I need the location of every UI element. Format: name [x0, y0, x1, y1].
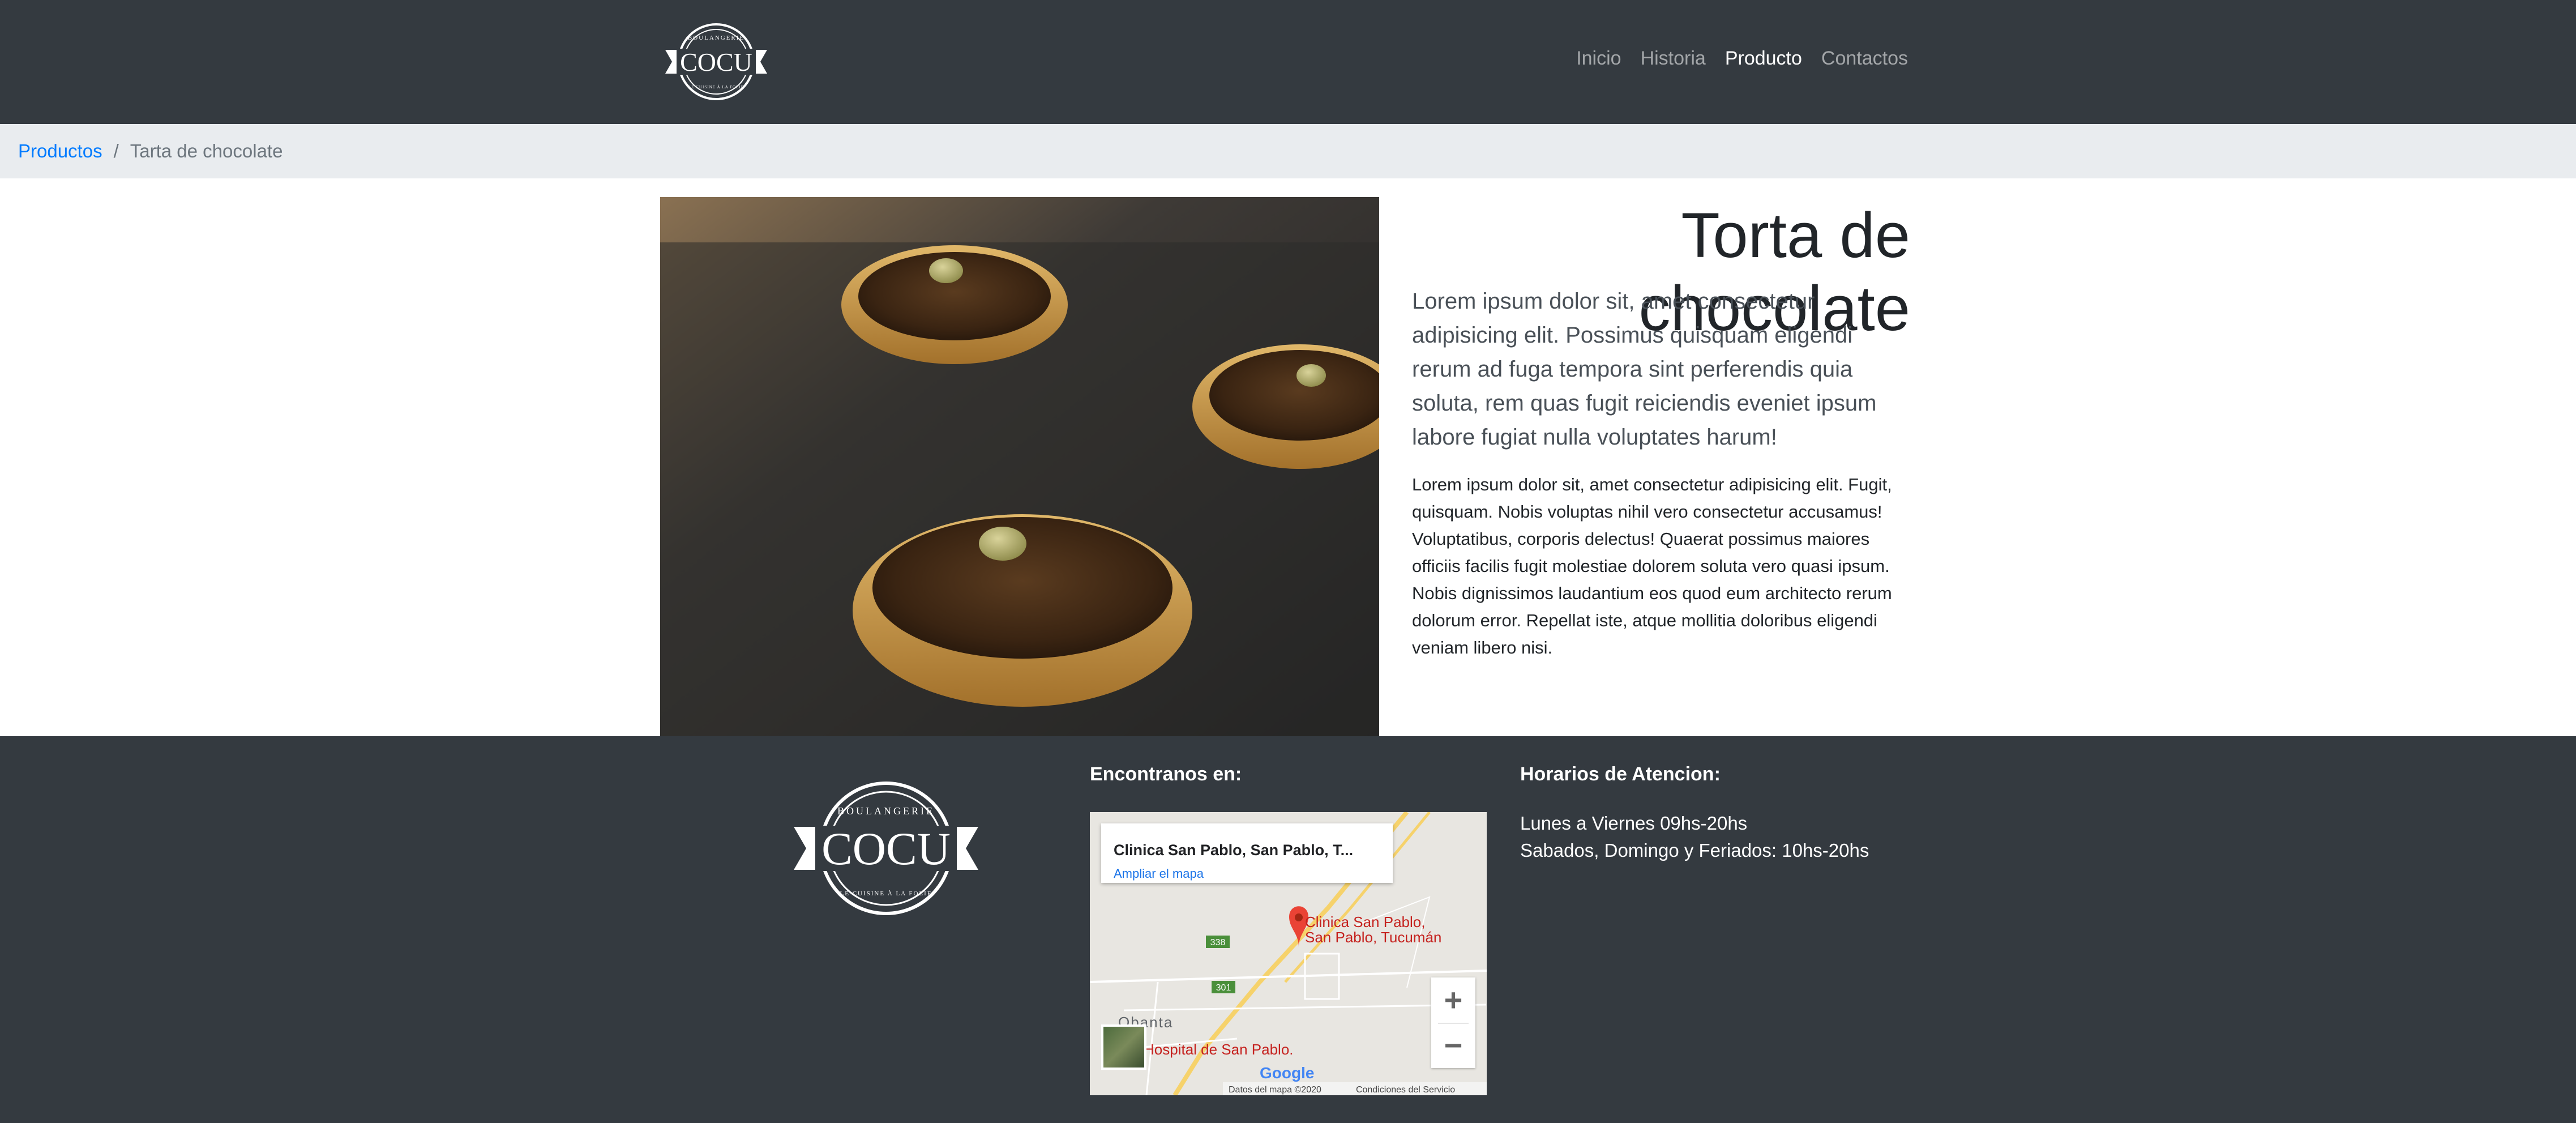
breadcrumb: Productos / Tarta de chocolate [0, 124, 2576, 178]
main-nav: Inicio Historia Producto Contactos [1576, 48, 1908, 70]
svg-text:BOULANGERIE: BOULANGERIE [837, 805, 935, 817]
map-satellite-toggle[interactable] [1101, 1024, 1146, 1070]
svg-text:COCU: COCU [821, 823, 951, 874]
map-place-title: Clinica San Pablo, San Pablo, T... [1114, 842, 1354, 859]
zoom-out-button[interactable]: − [1431, 1023, 1475, 1068]
svg-text:BOULANGERIE: BOULANGERIE [688, 35, 744, 41]
svg-text:301: 301 [1216, 983, 1231, 993]
hours-weekdays: Lunes a Viernes 09hs-20hs [1520, 813, 1748, 834]
nav-inicio[interactable]: Inicio [1576, 48, 1621, 70]
hours-weekends: Sabados, Domingo y Feriados: 10hs-20hs [1520, 840, 1869, 861]
product-description: Lorem ipsum dolor sit, amet consectetur … [1412, 475, 1892, 657]
nav-producto[interactable]: Producto [1725, 48, 1802, 70]
svg-text:Clinica San Pablo,: Clinica San Pablo, [1305, 913, 1425, 930]
nav-historia[interactable]: Historia [1641, 48, 1706, 70]
brand-logo[interactable]: BOULANGERIE COCU LE CUISINE À LA FOLIE [665, 23, 767, 101]
zoom-in-button[interactable]: + [1431, 977, 1475, 1023]
map-zoom-controls: + − [1431, 977, 1475, 1068]
map-heading: Encontranos en: [1090, 763, 1242, 785]
embedded-map[interactable]: 338 301 Clinica San Pablo, San Pablo, Tu… [1090, 812, 1487, 1095]
svg-text:Google: Google [1260, 1064, 1314, 1082]
navbar: BOULANGERIE COCU LE CUISINE À LA FOLIE I… [0, 0, 2576, 124]
svg-text:Datos del mapa ©2020: Datos del mapa ©2020 [1229, 1085, 1321, 1095]
svg-text:338: 338 [1210, 938, 1226, 947]
product-lead: Lorem ipsum dolor sit, amet consectetur … [1412, 289, 1877, 450]
svg-text:Condiciones del Servicio: Condiciones del Servicio [1356, 1085, 1455, 1095]
breadcrumb-productos-link[interactable]: Productos [18, 140, 102, 162]
map-enlarge-link[interactable]: Ampliar el mapa [1114, 866, 1204, 881]
svg-text:Hospital de San Pablo.: Hospital de San Pablo. [1144, 1041, 1294, 1058]
nav-contactos[interactable]: Contactos [1821, 48, 1908, 70]
hours-list: Lunes a Viernes 09hs-20hs Sabados, Domin… [1520, 810, 1869, 864]
footer: BOULANGERIE COCU LE CUISINE À LA FOLIE E… [0, 736, 2576, 1123]
breadcrumb-separator: / [113, 140, 119, 161]
breadcrumb-current: Tarta de chocolate [130, 140, 283, 161]
svg-text:COCU: COCU [680, 48, 752, 76]
hours-heading: Horarios de Atencion: [1520, 763, 1721, 785]
map-place-card: Clinica San Pablo, San Pablo, T... Ampli… [1101, 823, 1393, 883]
footer-brand-logo: BOULANGERIE COCU LE CUISINE À LA FOLIE [794, 782, 978, 915]
svg-text:LE CUISINE À LA FOLIE: LE CUISINE À LA FOLIE [688, 85, 744, 89]
product-image [660, 197, 1379, 736]
svg-text:LE CUISINE À LA FOLIE: LE CUISINE À LA FOLIE [840, 890, 932, 897]
svg-text:San Pablo, Tucumán: San Pablo, Tucumán [1305, 929, 1441, 946]
